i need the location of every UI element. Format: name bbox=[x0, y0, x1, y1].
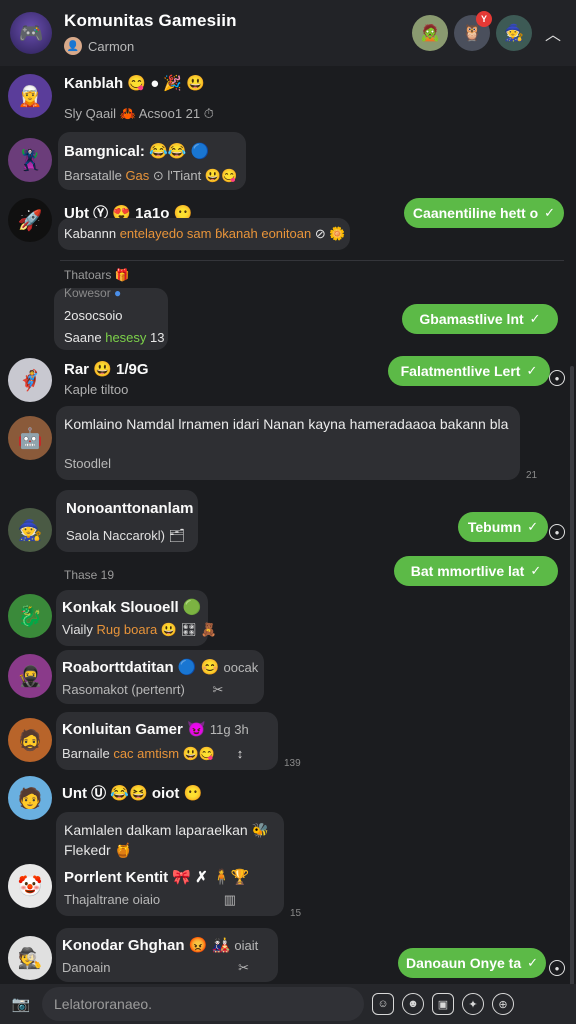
message-composer: 📷 ☺ ☻ ▣ ✦ ⊕ bbox=[0, 984, 576, 1024]
avatar[interactable]: 🧝 bbox=[8, 74, 52, 118]
message-feed[interactable]: 🧝 Kanblah 😋 ● 🎉 😃 Sly Qaail 🦀 Acsoo1 21 … bbox=[0, 66, 576, 986]
group-title: Komunitas Gamesiin bbox=[64, 11, 237, 30]
message-sub: Rasomakot (pertenrt) ✂ bbox=[62, 682, 224, 697]
message-body: Kabannn entelayedo sam ɓkanah eonitoan ⊘… bbox=[64, 226, 346, 241]
message-body: Komlaino Namdal lrnamen idari Nanan kayn… bbox=[64, 416, 509, 432]
subtitle-user-icon: 👤 bbox=[64, 37, 82, 55]
avatar[interactable]: 🥷 bbox=[8, 654, 52, 698]
read-receipt-icon: ● bbox=[549, 524, 565, 540]
reaction-emojis: Ⓤ 😂😆 oiot 😶 bbox=[91, 785, 203, 802]
message-title: Bamgnical: 😂😂 🔵 bbox=[64, 143, 210, 160]
message-sub: Thajaltrane oiaio ▥ bbox=[64, 892, 237, 907]
emoji-icon[interactable]: ☻ bbox=[402, 993, 424, 1015]
gif-icon[interactable]: ▣ bbox=[432, 993, 454, 1015]
message-bubble[interactable]: Komlaino Namdal lrnamen idari Nanan kayn… bbox=[56, 406, 520, 480]
message-title: Nonoanttonanlam bbox=[66, 500, 194, 517]
chat-app: 🎮 Komunitas Gamesiin 👤 Carmon 🧟 🦉 Y 🧙 ︿ 🧝… bbox=[0, 0, 576, 1024]
outgoing-message[interactable]: Tebumn ✓ bbox=[458, 512, 548, 542]
message-time: 21 bbox=[526, 470, 538, 481]
read-receipt-icon: ● bbox=[549, 960, 565, 976]
message-sub: Barnaile cac amtism 😃😋 ↕ bbox=[62, 746, 244, 761]
avatar[interactable]: 🤖 bbox=[8, 416, 52, 460]
member-avatar[interactable]: 🧙 bbox=[496, 15, 532, 51]
message-title: Konodar Ghghan 😡 🎎 oiait bbox=[62, 937, 259, 954]
message-meta: Sly Qaail 🦀 Acsoo1 21 ⏱ bbox=[64, 106, 214, 121]
message-line: Saane hesesy 13 bbox=[64, 330, 165, 345]
message-input[interactable] bbox=[42, 987, 364, 1021]
outgoing-message[interactable]: Gbamastlive lnt ✓ bbox=[402, 304, 558, 334]
sticker-icon[interactable]: ☺ bbox=[372, 993, 394, 1015]
check-icon: ✓ bbox=[530, 563, 542, 578]
member-avatar[interactable]: 🧟 bbox=[412, 15, 448, 51]
more-options-icon[interactable]: ⊕ bbox=[492, 993, 514, 1015]
message-bubble[interactable]: Kamlalen dalkam laparaelkan 🐝 Flekedr 🍯 … bbox=[56, 812, 284, 916]
subtitle-text: Carmon bbox=[88, 38, 135, 54]
sender-name: Rar 😃 1/9G bbox=[64, 361, 149, 378]
read-receipt-icon: ● bbox=[549, 370, 565, 386]
outgoing-message[interactable]: Falatmentlive Lert ✓ bbox=[388, 356, 550, 386]
member-avatar[interactable]: 🦉 Y bbox=[454, 11, 492, 51]
outgoing-message[interactable]: Danoaun Onye ta ✓ bbox=[398, 948, 546, 978]
camera-icon[interactable]: 📷 bbox=[8, 991, 34, 1017]
group-subtitle: 👤 Carmon bbox=[64, 37, 412, 55]
avatar[interactable]: 🤡 bbox=[8, 864, 52, 908]
message-sub: Viaily Rug boara 😃 🎛 🧸 bbox=[62, 622, 217, 637]
message-bubble[interactable]: Roaborttdatitan 🔵 😊 oocak Rasomakot (per… bbox=[56, 650, 264, 704]
message-meta: Stoodlel bbox=[64, 456, 111, 471]
outgoing-message[interactable]: Bat mmortlive lat ✓ bbox=[394, 556, 558, 586]
reaction-emojis: 😃 1/9G bbox=[93, 361, 149, 378]
message-line: 2osocsoio bbox=[64, 308, 123, 323]
check-icon: ✓ bbox=[527, 519, 539, 534]
scrollbar[interactable] bbox=[570, 366, 574, 986]
chevron-up-icon[interactable]: ︿ bbox=[540, 20, 566, 46]
message-pre: Kowesor ● bbox=[64, 286, 122, 300]
message-time: 15 bbox=[290, 908, 302, 919]
message-sub: Barsatalle Gas ⊙ l'Tiant 😃😋 bbox=[64, 168, 238, 183]
reaction-emojis: 😋 ● 🎉 😃 bbox=[127, 75, 205, 92]
sender-name: Kanblah 😋 ● 🎉 😃 bbox=[64, 75, 205, 92]
message-title: Porrlent Kentit 🎀 ✗ 🧍🏆 bbox=[64, 869, 250, 886]
message-bubble[interactable]: Konluitan Gamer 😈 11g 3h Barnaile cac am… bbox=[56, 712, 278, 770]
avatar[interactable]: 🦸 bbox=[8, 358, 52, 402]
message-bubble[interactable]: Bamgnical: 😂😂 🔵 Barsatalle Gas ⊙ l'Tiant… bbox=[58, 132, 246, 190]
outgoing-message[interactable]: Caanentiline hett o ✓ bbox=[404, 198, 564, 228]
message-title: Konkak Slouoell 🟢 bbox=[62, 599, 202, 616]
avatar[interactable]: 🧔 bbox=[8, 718, 52, 762]
notification-badge: Y bbox=[476, 11, 492, 27]
header-text[interactable]: Komunitas Gamesiin 👤 Carmon bbox=[64, 11, 412, 55]
day-label: Thatoars 🎁 bbox=[64, 268, 130, 282]
message-bubble[interactable]: Konodar Ghghan 😡 🎎 oiait Danoain ✂ bbox=[56, 928, 278, 982]
avatar[interactable]: 🚀 bbox=[8, 198, 52, 242]
gamepad-icon[interactable]: ✦ bbox=[462, 993, 484, 1015]
message-sub: Danoain ✂ bbox=[62, 960, 249, 975]
check-icon: ✓ bbox=[544, 205, 556, 220]
avatar[interactable]: 🐉 bbox=[8, 594, 52, 638]
message-title: Konluitan Gamer 😈 11g 3h bbox=[62, 721, 249, 738]
message-bubble[interactable]: Nonoanttonanlam Saola Naccarokl) 🗂 bbox=[56, 490, 198, 552]
message-bubble[interactable]: Konkak Slouoell 🟢 Viaily Rug boara 😃 🎛 🧸 bbox=[56, 590, 217, 646]
avatar[interactable]: 🧙 bbox=[8, 508, 52, 552]
message-title: Roaborttdatitan 🔵 😊 oocak bbox=[62, 659, 259, 676]
check-icon: ✓ bbox=[526, 363, 538, 378]
sender-name: Unt Ⓤ 😂😆 oiot 😶 bbox=[62, 785, 203, 802]
avatar[interactable]: 🕵 bbox=[8, 936, 52, 980]
divider bbox=[60, 260, 564, 261]
avatar[interactable]: 🦹 bbox=[8, 138, 52, 182]
message-sub: Saola Naccarokl) 🗂 bbox=[66, 528, 186, 543]
day-label: Thase 19 bbox=[64, 568, 115, 582]
chat-header: 🎮 Komunitas Gamesiin 👤 Carmon 🧟 🦉 Y 🧙 ︿ bbox=[0, 0, 576, 66]
message-meta: Kaple tiltoo bbox=[64, 382, 129, 397]
message-bubble[interactable]: Kowesor ● 2osocsoio Saane hesesy 13 bbox=[54, 286, 168, 350]
group-avatar[interactable]: 🎮 bbox=[10, 12, 52, 54]
avatar[interactable]: 🧑 bbox=[8, 776, 52, 820]
message-line: Flekedr 🍯 bbox=[64, 842, 133, 858]
member-avatars[interactable]: 🧟 🦉 Y 🧙 bbox=[412, 11, 532, 51]
check-icon: ✓ bbox=[527, 955, 539, 970]
check-icon: ✓ bbox=[529, 311, 541, 326]
message-bubble[interactable]: Kabannn entelayedo sam ɓkanah eonitoan ⊘… bbox=[58, 218, 350, 250]
message-time: 139 bbox=[284, 758, 301, 769]
message-line: Kamlalen dalkam laparaelkan 🐝 bbox=[64, 822, 269, 838]
